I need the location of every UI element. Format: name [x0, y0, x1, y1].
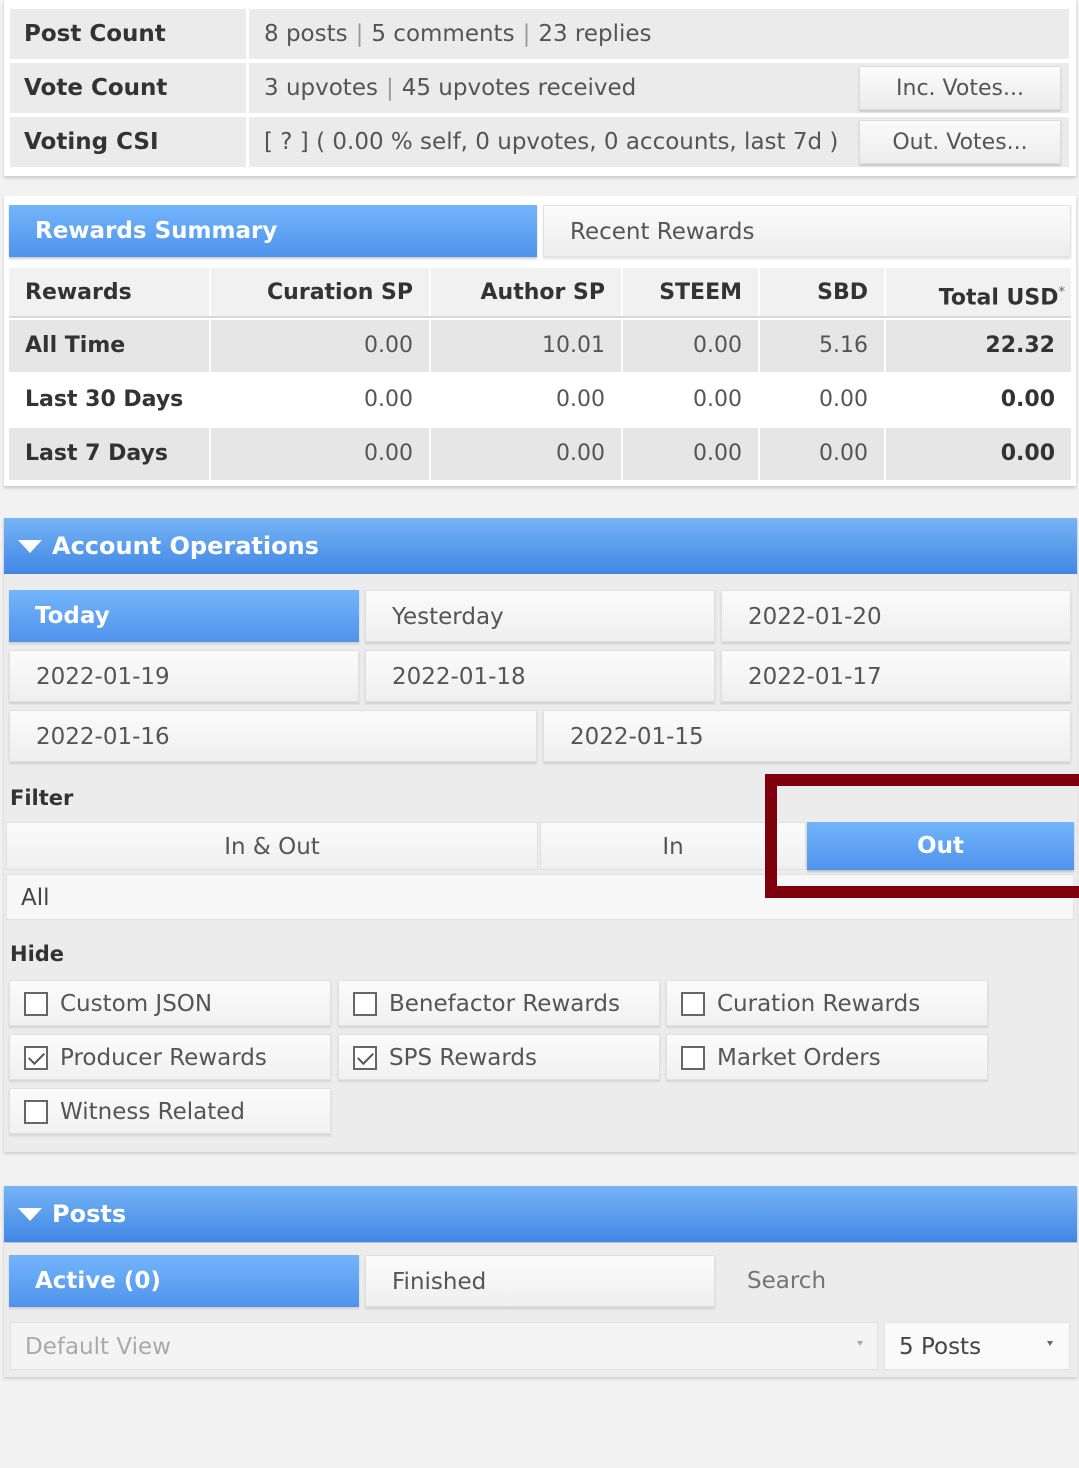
header-curation-sp: Curation SP	[211, 268, 429, 318]
checkbox-checked-icon	[24, 1046, 48, 1070]
cell-author-sp: 0.00	[556, 387, 605, 412]
date-button[interactable]: 2022-01-18	[365, 650, 715, 702]
date-button[interactable]: 2022-01-17	[721, 650, 1071, 702]
header-total-usd: Total USD*	[886, 268, 1071, 318]
checkbox-label: Custom JSON	[60, 991, 213, 1017]
cell-curation-sp: 0.00	[211, 320, 429, 372]
header-author-sp: Author SP	[431, 268, 621, 318]
upvotes-received: 45 upvotes received	[401, 75, 637, 101]
tab-finished-posts[interactable]: Finished	[365, 1255, 715, 1307]
date-button[interactable]: 2022-01-15	[543, 710, 1071, 762]
hide-benefactor-rewards-checkbox[interactable]: Benefactor Rewards	[338, 980, 660, 1026]
hide-sps-rewards-checkbox[interactable]: SPS Rewards	[338, 1034, 660, 1080]
checkbox-unchecked-icon	[681, 1046, 705, 1070]
cell-steem: 0.00	[623, 428, 758, 480]
dropdown-caret-icon	[1047, 1341, 1053, 1346]
checkbox-unchecked-icon	[681, 992, 705, 1016]
post-count-select[interactable]: 5 Posts	[884, 1322, 1070, 1370]
checkbox-label: Benefactor Rewards	[389, 991, 620, 1017]
header-total-usd-text: Total USD	[938, 285, 1059, 311]
date-button[interactable]: 2022-01-20	[721, 590, 1071, 642]
view-select[interactable]: Default View	[10, 1322, 878, 1370]
tab-recent-rewards[interactable]: Recent Rewards	[543, 205, 1071, 257]
header-sbd: SBD	[760, 268, 884, 318]
account-operations-header[interactable]: Account Operations	[4, 518, 1077, 574]
replies-count: 23 replies	[538, 21, 652, 47]
posts-search-input[interactable]	[721, 1255, 1071, 1307]
collapse-triangle-icon	[18, 1208, 42, 1221]
posts-count: 8 posts	[264, 21, 348, 47]
checkbox-unchecked-icon	[24, 992, 48, 1016]
filter-in-out-button[interactable]: In & Out	[6, 822, 538, 870]
hide-custom-json-checkbox[interactable]: Custom JSON	[9, 980, 331, 1026]
date-button[interactable]: 2022-01-19	[9, 650, 359, 702]
row-label-last-7-days: Last 7 Days	[9, 428, 209, 480]
cell-sbd: 0.00	[760, 428, 884, 480]
separator: |	[385, 75, 394, 101]
cell-curation-sp: 0.00	[364, 387, 413, 412]
inc-votes-button[interactable]: Inc. Votes...	[859, 66, 1061, 110]
hide-producer-rewards-checkbox[interactable]: Producer Rewards	[9, 1034, 331, 1080]
header-divider	[9, 316, 1071, 318]
checkbox-checked-icon	[353, 1046, 377, 1070]
cell-curation-sp: 0.00	[211, 428, 429, 480]
dropdown-caret-icon	[857, 1341, 863, 1346]
account-operations-title: Account Operations	[52, 532, 319, 560]
footnote-mark: *	[1058, 285, 1066, 300]
cell-sbd: 0.00	[819, 387, 868, 412]
row-label-all-time: All Time	[9, 320, 209, 372]
voting-csi-label: Voting CSI	[10, 117, 246, 167]
cell-author-sp: 0.00	[431, 428, 621, 480]
date-yesterday-button[interactable]: Yesterday	[365, 590, 715, 642]
tab-active-posts[interactable]: Active (0)	[9, 1255, 359, 1307]
post-count-value: 8 posts | 5 comments | 23 replies	[249, 9, 1069, 59]
cell-total-usd: 0.00	[886, 428, 1071, 480]
posts-title: Posts	[52, 1200, 127, 1228]
hide-curation-rewards-checkbox[interactable]: Curation Rewards	[666, 980, 988, 1026]
cell-total-usd: 22.32	[886, 320, 1071, 372]
vote-count-label: Vote Count	[10, 63, 246, 113]
row-label-last-30-days: Last 30 Days	[9, 374, 209, 426]
cell-steem: 0.00	[693, 387, 742, 412]
hide-witness-related-checkbox[interactable]: Witness Related	[9, 1088, 331, 1134]
date-button[interactable]: 2022-01-16	[9, 710, 537, 762]
post-count-select-value: 5 Posts	[899, 1334, 982, 1360]
header-steem: STEEM	[623, 268, 758, 318]
cell-total-usd: 0.00	[1000, 387, 1055, 412]
view-select-value: Default View	[25, 1334, 171, 1360]
tab-rewards-summary[interactable]: Rewards Summary	[9, 205, 537, 257]
collapse-triangle-icon	[18, 540, 42, 553]
checkbox-unchecked-icon	[353, 992, 377, 1016]
separator: |	[355, 21, 364, 47]
cell-sbd: 5.16	[760, 320, 884, 372]
cell-steem: 0.00	[623, 320, 758, 372]
upvotes-count: 3 upvotes	[264, 75, 378, 101]
checkbox-label: Witness Related	[60, 1099, 245, 1125]
checkbox-unchecked-icon	[24, 1100, 48, 1124]
checkbox-label: SPS Rewards	[389, 1045, 538, 1071]
separator: |	[522, 21, 531, 47]
header-rewards: Rewards	[9, 268, 209, 318]
cell-author-sp: 10.01	[431, 320, 621, 372]
filter-label: Filter	[10, 786, 74, 810]
posts-header[interactable]: Posts	[4, 1186, 1077, 1242]
comments-count: 5 comments	[371, 21, 515, 47]
checkbox-label: Market Orders	[717, 1045, 881, 1071]
post-count-label: Post Count	[10, 9, 246, 59]
out-votes-button[interactable]: Out. Votes...	[859, 120, 1061, 164]
checkbox-label: Curation Rewards	[717, 991, 921, 1017]
hide-market-orders-checkbox[interactable]: Market Orders	[666, 1034, 988, 1080]
date-today-button[interactable]: Today	[9, 590, 359, 642]
highlight-annotation-box	[765, 774, 1079, 898]
checkbox-label: Producer Rewards	[60, 1045, 267, 1071]
hide-label: Hide	[10, 942, 65, 966]
